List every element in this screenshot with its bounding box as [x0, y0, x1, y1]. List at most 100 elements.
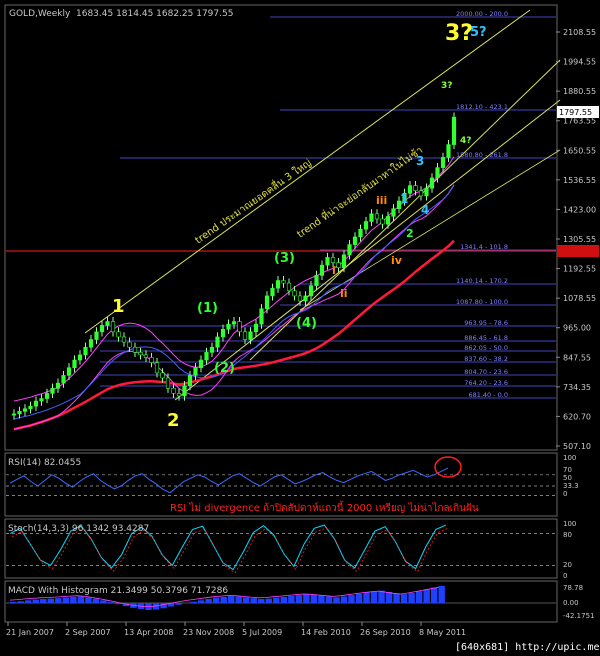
candle	[187, 375, 193, 386]
fib-label: 804.70 - 23.6	[464, 368, 508, 376]
candle	[336, 262, 341, 268]
candle	[363, 221, 369, 230]
candle	[193, 367, 198, 376]
candle	[198, 359, 204, 369]
last-price-label: 1797.55	[559, 108, 592, 117]
candle	[330, 257, 336, 263]
candle	[264, 295, 270, 310]
macd-histogram-bar	[10, 601, 17, 603]
candle	[424, 187, 429, 197]
macd-histogram-bar	[310, 594, 318, 603]
macd-histogram-bar	[250, 598, 257, 603]
candle	[297, 295, 303, 302]
rsi-tick-label: 33.3	[563, 482, 579, 490]
candle	[407, 185, 413, 194]
candle	[259, 308, 264, 325]
candle	[39, 398, 44, 402]
fib-label: 681.40 - 0.0	[468, 391, 508, 399]
macd-histogram-bar	[303, 594, 310, 603]
candle	[391, 208, 396, 217]
candle	[253, 323, 259, 333]
macd-histogram-bar	[243, 597, 250, 603]
macd-histogram-bar	[205, 599, 212, 603]
macd-histogram-bar	[280, 596, 288, 603]
candle	[347, 244, 352, 256]
fib-label: 1580.80 - 261.8	[456, 151, 508, 159]
fib-label: 1140.14 - 170.2	[456, 277, 508, 285]
symbol-title: GOLD,Weekly	[9, 9, 71, 19]
fib-label: 1812.10 - 423.1	[456, 103, 508, 111]
macd-histogram-bar	[318, 595, 325, 603]
candle	[33, 400, 39, 407]
candle	[303, 295, 308, 302]
wave-label: 1	[400, 192, 408, 206]
x-tick-label: 14 Feb 2010	[301, 628, 351, 637]
candle	[215, 336, 220, 348]
macd-histogram-bar	[220, 596, 227, 603]
wave-label: 3?	[445, 21, 473, 46]
y-tick-label: 620.70	[563, 412, 591, 421]
x-tick-label: 21 Jan 2007	[6, 628, 54, 637]
macd-histogram-bar	[100, 600, 107, 603]
macd-histogram-bar	[197, 600, 205, 603]
candle	[242, 331, 248, 340]
rsi-note: RSI ไม่ divergence ถ้าปิดสัปดาห์แถวนี้ 2…	[170, 500, 479, 514]
macd-histogram-bar	[385, 592, 393, 603]
macd-histogram-bar	[190, 601, 197, 603]
rsi-title: RSI(14) 82.0455	[8, 458, 81, 468]
macd-histogram-bar	[273, 597, 280, 603]
candle	[248, 331, 253, 340]
candle	[182, 385, 187, 397]
candle	[270, 287, 275, 297]
candle	[132, 346, 138, 353]
macd-tick-label: 78.78	[563, 584, 583, 592]
candle	[341, 254, 347, 268]
candle	[94, 331, 99, 340]
macd-histogram-bar	[363, 592, 370, 603]
macd-histogram-bar	[400, 594, 408, 603]
macd-histogram-bar	[40, 599, 47, 603]
macd-histogram-bar	[295, 595, 303, 603]
macd-histogram-bar	[430, 587, 438, 603]
macd-histogram-bar	[325, 596, 333, 603]
wave-label: (4)	[296, 316, 317, 331]
macd-histogram-bar	[370, 591, 378, 603]
candle	[22, 408, 28, 412]
candle	[418, 190, 424, 197]
candle	[72, 359, 77, 369]
y-tick-label: 1536.55	[563, 176, 596, 185]
wave-label: (3)	[274, 251, 295, 266]
fib-label: 862.05 - 50.0	[464, 344, 508, 352]
candle	[55, 382, 61, 389]
macd-tick-label: 0.00	[563, 599, 579, 607]
wave-label: ii	[340, 287, 348, 300]
candle	[226, 323, 231, 330]
y-tick-label: 1078.55	[563, 294, 596, 303]
y-tick-label: 1763.55	[563, 117, 596, 126]
y-tick-label: 1423.00	[563, 205, 596, 214]
candle	[451, 116, 457, 145]
image-credit: [640x681] http://upic.me/	[455, 642, 600, 653]
candle	[138, 352, 143, 356]
candle	[429, 177, 435, 189]
wave-label: 2	[167, 410, 180, 431]
wave-label: i	[332, 264, 336, 277]
fib-label: 886.45 - 61.8	[464, 334, 508, 342]
macd-histogram-bar	[92, 598, 100, 603]
x-tick-label: 2 Sep 2007	[65, 628, 111, 637]
stoch-tick-label: 20	[563, 561, 572, 569]
macd-histogram-bar	[70, 596, 77, 603]
macd-histogram-bar	[182, 603, 190, 604]
macd-histogram-bar	[47, 598, 54, 603]
candle	[369, 213, 374, 222]
wave-label: 5?	[470, 25, 487, 40]
macd-histogram-bar	[408, 592, 415, 603]
candle	[231, 321, 237, 325]
wave-label: 3	[416, 154, 424, 168]
wave-label: 1	[112, 296, 125, 317]
candle	[11, 413, 17, 416]
candle	[105, 321, 110, 326]
macd-histogram-bar	[25, 600, 32, 603]
wave-label: (1)	[197, 301, 218, 316]
price-y-axis: 2108.55 1994.55 1880.55 1763.55 1650.55 1536.…	[556, 28, 599, 451]
